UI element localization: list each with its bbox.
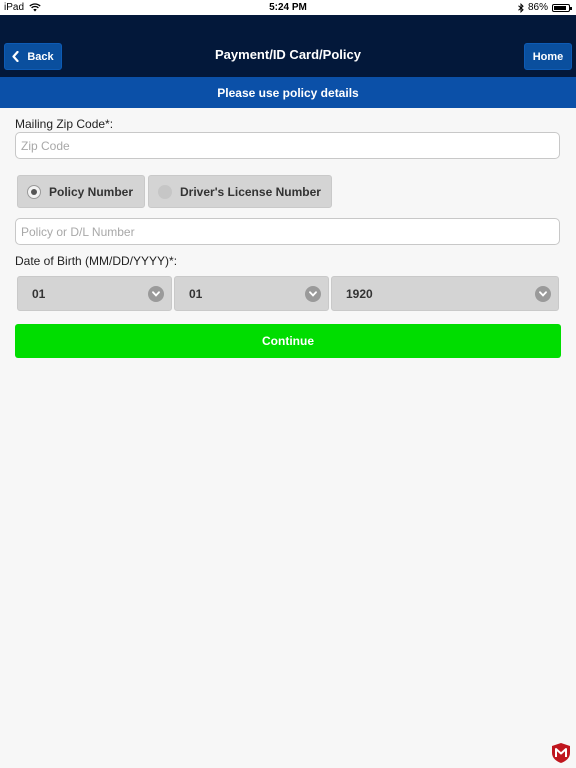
drivers-license-radio[interactable]: Driver's License Number xyxy=(148,175,332,208)
dob-day-select[interactable]: 01 xyxy=(174,276,329,311)
navigation-bar: Back Payment/ID Card/Policy Home xyxy=(0,15,576,77)
radio-unselected-icon xyxy=(158,184,172,199)
battery-icon xyxy=(552,3,572,12)
dob-year-select[interactable]: 1920 xyxy=(331,276,559,311)
zip-code-input[interactable] xyxy=(15,132,560,159)
chevron-down-icon xyxy=(305,286,321,302)
dob-month-value: 01 xyxy=(32,286,46,301)
status-right: 86% xyxy=(518,2,572,13)
mcafee-shield-icon xyxy=(552,743,570,763)
dob-label: Date of Birth (MM/DD/YYYY)*: xyxy=(15,254,178,268)
chevron-down-icon xyxy=(148,286,164,302)
dob-month-select[interactable]: 01 xyxy=(17,276,172,311)
policy-number-radio[interactable]: Policy Number xyxy=(17,175,145,208)
home-button[interactable]: Home xyxy=(524,43,572,70)
policy-number-radio-label: Policy Number xyxy=(49,184,134,199)
battery-percent: 86% xyxy=(527,2,548,13)
status-bar: iPad 5:24 PM 86% xyxy=(0,0,576,15)
bluetooth-icon xyxy=(518,2,524,13)
policy-or-dl-input[interactable] xyxy=(15,218,560,245)
dob-day-value: 01 xyxy=(189,286,203,301)
status-time: 5:24 PM xyxy=(269,2,307,13)
battery-level xyxy=(554,5,567,10)
dob-year-value: 1920 xyxy=(346,286,373,301)
page-title: Payment/ID Card/Policy xyxy=(215,47,361,62)
drivers-license-radio-label: Driver's License Number xyxy=(180,184,321,199)
continue-button[interactable]: Continue xyxy=(15,324,561,358)
chevron-down-icon xyxy=(535,286,551,302)
radio-selected-icon xyxy=(27,184,41,199)
instruction-banner: Please use policy details xyxy=(0,77,576,108)
zip-code-label: Mailing Zip Code*: xyxy=(15,117,114,131)
